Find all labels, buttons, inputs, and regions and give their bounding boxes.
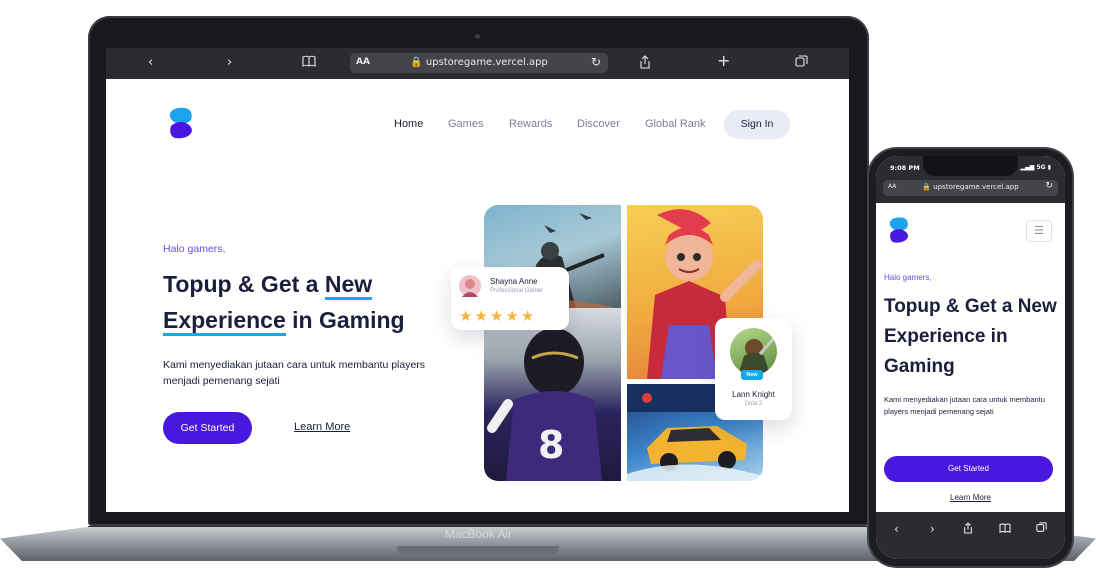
tabs-icon[interactable] — [1036, 522, 1047, 536]
new-badge: New — [741, 370, 763, 380]
phone-browser-toolbar: ‹ › — [876, 512, 1065, 559]
player-name: Lann Knight — [732, 390, 775, 399]
laptop-model-label: MacBook Air — [444, 527, 513, 541]
nav-discover[interactable]: Discover — [577, 118, 620, 130]
game-tile-football: 8 — [484, 308, 621, 481]
nav-home[interactable]: Home — [394, 118, 423, 130]
star-icon: ★ — [520, 307, 537, 325]
sign-in-button[interactable]: Sign In — [724, 110, 790, 139]
laptop-screen: ‹ › AA 🔒 upstoregame.vercel.app ↻ + Home… — [106, 48, 849, 512]
nav-global-rank[interactable]: Global Rank — [645, 118, 706, 130]
nav-rewards[interactable]: Rewards — [509, 118, 552, 130]
address-bar[interactable]: AA 🔒 upstoregame.vercel.app ↻ — [350, 53, 608, 73]
chevron-right-icon[interactable]: › — [930, 522, 935, 536]
star-icon: ★ — [505, 307, 521, 325]
chevron-left-icon[interactable]: ‹ — [894, 522, 899, 536]
phone-mockup: 9:08 PM ▂▄▆ 5G ▮ AA 🔒 upstoregame.vercel… — [869, 149, 1072, 566]
learn-more-link[interactable]: Learn More — [876, 493, 1065, 502]
get-started-button[interactable]: Get Started — [163, 412, 252, 444]
status-signal: ▂▄▆ 5G ▮ — [1020, 164, 1051, 171]
player-game: Dota 2 — [744, 401, 763, 407]
hamburger-icon[interactable]: ☰ — [1026, 220, 1052, 242]
player-card: New Lann Knight Dota 2 — [715, 318, 792, 420]
hero-title: Topup & Get a New Experience in Gaming — [884, 296, 1057, 377]
plus-icon[interactable]: + — [717, 53, 730, 69]
hero-greeting: Halo gamers, — [884, 273, 932, 282]
status-time: 9:08 PM — [890, 164, 920, 172]
hero-description: Kami menyediakan jutaan cara untuk memba… — [884, 395, 1045, 416]
phone-address-bar[interactable]: AA 🔒 upstoregame.vercel.app ↻ — [883, 180, 1058, 196]
phone-screen: 9:08 PM ▂▄▆ 5G ▮ AA 🔒 upstoregame.vercel… — [876, 156, 1065, 559]
browser-toolbar: ‹ › AA 🔒 upstoregame.vercel.app ↻ + — [106, 48, 849, 79]
hero-title: Topup & Get a New Experience in Gaming — [163, 266, 453, 338]
brand-logo-icon[interactable] — [884, 216, 914, 244]
nav-games[interactable]: Games — [448, 118, 483, 130]
chevron-right-icon[interactable]: › — [227, 55, 232, 71]
lock-icon: 🔒 — [922, 183, 932, 191]
book-icon[interactable] — [302, 55, 316, 72]
star-icon: ★ — [459, 307, 475, 325]
avatar — [730, 328, 777, 375]
share-icon[interactable] — [963, 522, 973, 537]
star-icon: ★ — [474, 307, 490, 325]
signal-icon: ▂▄▆ — [1020, 164, 1035, 171]
avatar — [459, 275, 481, 297]
phone-notch — [923, 156, 1018, 176]
phone-status-bar: 9:08 PM ▂▄▆ 5G ▮ AA 🔒 upstoregame.vercel… — [876, 156, 1065, 203]
url-text: upstoregame.vercel.app — [425, 57, 548, 68]
star-icon: ★ — [489, 307, 506, 325]
lock-icon: 🔒 — [410, 57, 423, 68]
get-started-button[interactable]: Get Started — [884, 456, 1053, 482]
reload-icon[interactable]: ↻ — [591, 55, 601, 69]
battery-icon: ▮ — [1047, 164, 1051, 171]
share-icon[interactable] — [639, 55, 651, 74]
hero-description: Kami menyediakan jutaan cara untuk memba… — [163, 359, 426, 387]
brand-logo-icon[interactable] — [163, 106, 199, 140]
reviewer-name: Shayna Anne — [490, 277, 538, 286]
learn-more-link[interactable]: Learn More — [294, 421, 350, 433]
review-card: Shayna Anne Professional Gamer ★★★★★ — [451, 267, 569, 330]
reload-icon[interactable]: ↻ — [1045, 181, 1053, 191]
book-icon[interactable] — [999, 522, 1011, 536]
reviewer-role: Professional Gamer — [490, 288, 544, 294]
laptop-notch — [397, 546, 559, 554]
star-rating: ★★★★★ — [459, 307, 536, 325]
hero-greeting: Halo gamers, — [163, 243, 226, 255]
svg-text:8: 8 — [538, 423, 564, 467]
chevron-left-icon[interactable]: ‹ — [148, 55, 153, 71]
tabs-icon[interactable] — [795, 55, 808, 73]
laptop-camera — [475, 34, 480, 39]
